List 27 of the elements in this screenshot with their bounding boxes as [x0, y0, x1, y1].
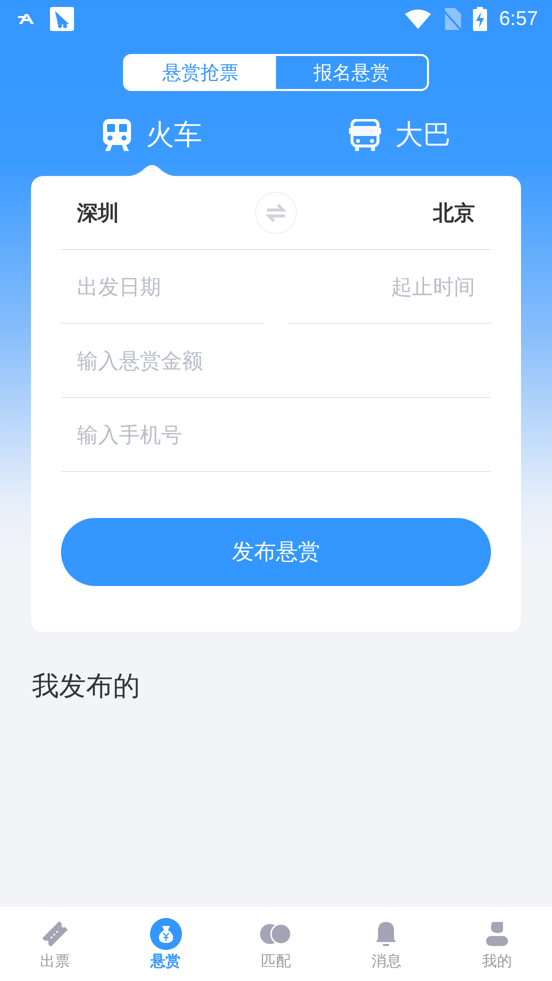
nav-tab[interactable]: 出票	[0, 907, 110, 981]
wifi-icon	[405, 9, 432, 29]
time-field[interactable]: 起止时间	[288, 250, 491, 324]
mode-tab[interactable]: 报名悬赏	[276, 56, 427, 89]
bus-icon	[349, 119, 381, 151]
date-field[interactable]: 出发日期	[61, 250, 264, 324]
departure-city[interactable]: 深圳	[77, 198, 119, 226]
swap-icon	[265, 202, 287, 222]
transport-tab[interactable]: 火车	[96, 113, 208, 157]
app-icon	[50, 7, 74, 31]
nav-tab[interactable]: 悬赏	[110, 907, 221, 981]
train-icon	[102, 119, 132, 151]
transport-tab[interactable]: 大巴	[343, 113, 457, 157]
mode-tab[interactable]: 悬赏抢票	[125, 56, 276, 89]
clock-time: 6:57	[499, 8, 538, 30]
section-title: 我发布的	[32, 670, 140, 704]
amount-field[interactable]: 输入悬赏金额	[61, 324, 491, 398]
arrival-city[interactable]: 北京	[433, 198, 475, 226]
phone-field[interactable]: 输入手机号	[61, 398, 491, 472]
battery-icon	[473, 7, 488, 31]
nav-tab[interactable]: 我的	[442, 907, 552, 981]
nav-tab[interactable]: 消息	[331, 907, 442, 981]
swap-button[interactable]	[255, 192, 297, 234]
no-sim-icon	[443, 8, 462, 30]
publish-button[interactable]: 发布悬赏	[61, 518, 491, 586]
money-bag-icon	[150, 918, 182, 950]
nav-tab[interactable]: 匹配	[220, 907, 332, 981]
